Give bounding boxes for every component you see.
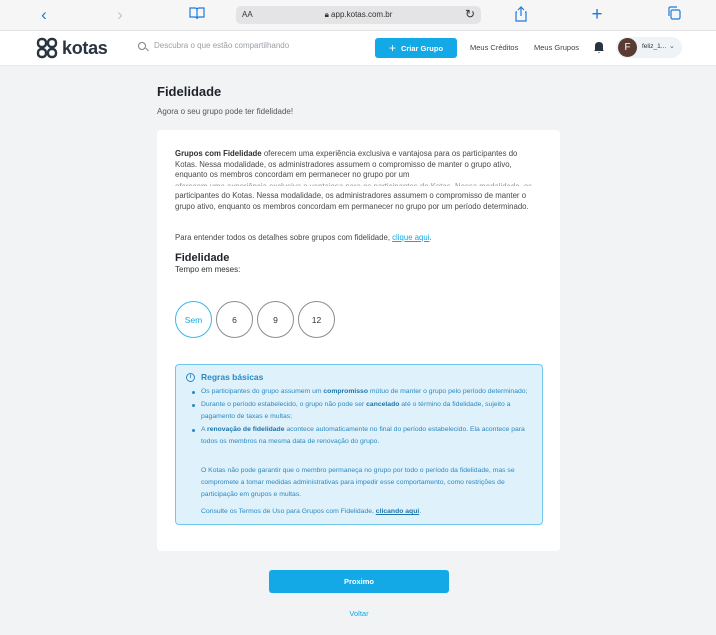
details-link[interactable]: clique aqui — [392, 233, 429, 242]
fidelity-section-subtitle: Tempo em meses: — [175, 265, 241, 274]
details-text: Para entender todos os detalhes sobre gr… — [175, 233, 393, 242]
browser-toolbar: ‹ › AA 🔒︎ app.kotas.com.br ↻ + — [0, 0, 716, 31]
chevron-down-icon: ⌄ — [669, 43, 675, 50]
kotas-logo[interactable]: kotas — [36, 37, 108, 59]
intro-paragraph-top: Grupos com Fidelidade oferecem uma exper… — [175, 149, 541, 181]
fidelity-section-title: Fidelidade — [175, 252, 230, 264]
search-icon — [138, 41, 146, 50]
plus-icon: + — [388, 41, 396, 55]
rules-note: O Kotas não pode garantir que o membro p… — [201, 467, 515, 498]
back-link[interactable]: Voltar — [338, 609, 380, 618]
rules-header: i Regras básicas — [186, 371, 263, 383]
option-sem[interactable]: Sem — [175, 301, 212, 338]
basic-rules-box: i Regras básicas Os participantes do gru… — [175, 364, 543, 525]
details-end: . — [429, 233, 432, 242]
app-header: kotas Descubra o que estão compartilhand… — [0, 31, 716, 66]
search-input[interactable]: Descubra o que estão compartilhando — [138, 41, 289, 50]
new-tab-plus-icon[interactable]: + — [587, 5, 607, 24]
next-button[interactable]: Proximo — [269, 570, 449, 593]
terms-paragraph: Consulte os Termos de Uso para Grupos co… — [201, 506, 536, 518]
page-subtitle: Agora o seu grupo pode ter fidelidade! — [157, 107, 294, 116]
nav-my-credits[interactable]: Meus Créditos — [470, 43, 518, 52]
reload-icon[interactable]: ↻ — [465, 7, 475, 21]
kotas-logo-icon — [36, 37, 58, 59]
notification-bell-icon[interactable] — [593, 40, 605, 54]
terms-text: Consulte os Termos de Uso para Grupos co… — [201, 508, 376, 515]
terms-end: . — [419, 508, 422, 515]
create-group-label: Criar Grupo — [400, 43, 444, 53]
forward-arrow-icon[interactable]: › — [110, 6, 130, 24]
tabs-overview-icon[interactable] — [664, 6, 684, 24]
intro-paragraph-bottom: participantes do Kotas. Nessa modalidade… — [175, 191, 529, 211]
info-icon: i — [186, 372, 195, 382]
intro-overlap-fragment: oferecem uma experiência exclusiva e van… — [175, 182, 541, 186]
create-group-button[interactable]: + Criar Grupo — [375, 38, 457, 58]
intro-text-fragment: oferecem uma experiência exclusiva e van… — [175, 182, 532, 186]
avatar: F — [618, 38, 637, 57]
page-title: Fidelidade — [157, 84, 222, 99]
address-bar[interactable]: AA 🔒︎ app.kotas.com.br ↻ — [236, 6, 481, 24]
rule-bold: renovação de fidelidade — [207, 426, 285, 433]
rules-title: Regras básicas — [201, 372, 264, 382]
fidelity-card: Grupos com Fidelidade oferecem uma exper… — [157, 130, 560, 551]
rule-item: A renovação de fidelidade acontece autom… — [190, 424, 536, 448]
intro-bold: Grupos com Fidelidade — [175, 149, 262, 158]
logo-text: kotas — [62, 37, 108, 58]
share-icon[interactable] — [511, 6, 531, 24]
rule-bold: cancelado — [366, 401, 400, 408]
fidelity-options: Sem 6 9 12 — [175, 301, 335, 338]
rule-text: Os participantes do grupo assumem um — [201, 388, 324, 395]
nav-my-groups[interactable]: Meus Grupos — [534, 43, 579, 52]
rule-bold: compromisso — [323, 388, 368, 395]
details-paragraph: Para entender todos os detalhes sobre gr… — [175, 233, 541, 244]
option-6[interactable]: 6 — [216, 301, 253, 338]
url-text: app.kotas.com.br — [331, 10, 393, 19]
search-placeholder: Descubra o que estão compartilhando — [154, 41, 290, 50]
rule-item: Os participantes do grupo assumem um com… — [190, 386, 536, 398]
book-icon[interactable] — [187, 6, 207, 24]
terms-link[interactable]: clicando aqui — [376, 508, 419, 515]
option-12[interactable]: 12 — [298, 301, 335, 338]
rule-text: mútuo de manter o grupo pelo período det… — [367, 388, 528, 395]
user-menu[interactable]: F feliz_1... ⌄ — [616, 37, 682, 58]
rule-text: Durante o período estabelecido, o grupo … — [201, 401, 367, 408]
back-arrow-icon[interactable]: ‹ — [34, 6, 54, 24]
rules-list: Os participantes do grupo assumem um com… — [190, 386, 536, 449]
user-name: feliz_1... — [642, 43, 667, 50]
rule-item: Durante o período estabelecido, o grupo … — [190, 399, 536, 423]
option-9[interactable]: 9 — [257, 301, 294, 338]
